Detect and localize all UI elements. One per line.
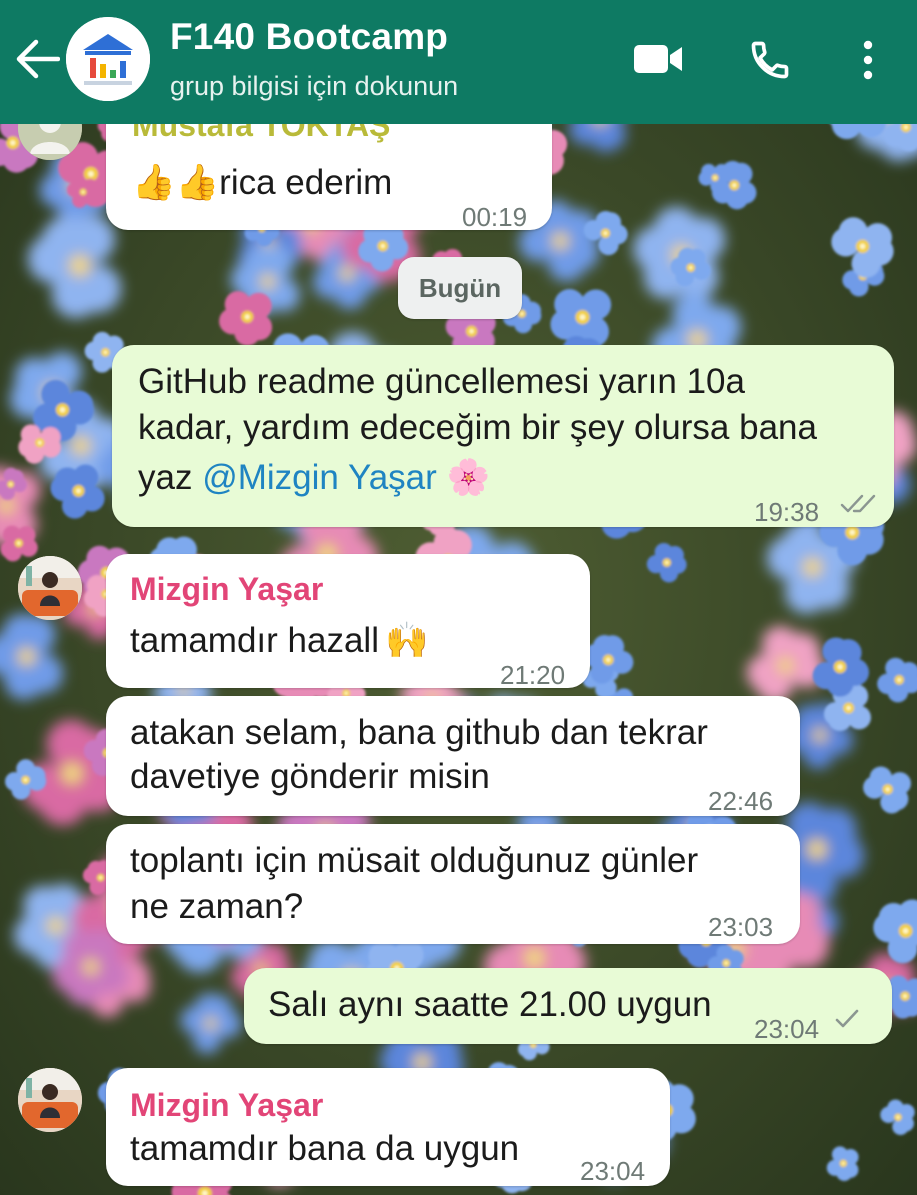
- message-text: yaz: [138, 458, 203, 497]
- message-text-line: kadar, yardım edeceğim bir şey olursa ba…: [138, 408, 817, 447]
- message-time: 00:19: [462, 202, 528, 232]
- message-time: 23:03: [708, 912, 774, 942]
- message-text-line: atakan selam, bana github dan tekrar: [130, 713, 708, 752]
- raised-hands-emoji: 🙌: [384, 621, 429, 660]
- message-time: 23:04: [754, 1014, 820, 1044]
- message-bubble-incoming[interactable]: Mizgin Yaşar tamamdır bana da uygun 23:0…: [106, 1068, 670, 1186]
- message-text-row: 👍👍rica ederim: [132, 160, 392, 206]
- bootcamp-logo-icon: [66, 17, 150, 101]
- wallpaper-flower: [0, 613, 64, 700]
- message-time: 23:04: [580, 1156, 646, 1186]
- message-text-row: tamamdır hazall 🙌: [130, 618, 429, 664]
- message-text: tamamdır bana da uygun: [130, 1129, 520, 1168]
- message-bubble-incoming[interactable]: atakan selam, bana github dan tekrar dav…: [106, 696, 800, 816]
- message-text-line: GitHub readme güncellemesi yarın 10a: [138, 362, 745, 401]
- double-check-icon: [840, 494, 876, 513]
- date-separator: Bugün: [398, 257, 522, 319]
- message-bubble-incoming[interactable]: Mizgin Yaşar tamamdır hazall 🙌 21:20: [106, 554, 590, 690]
- group-title[interactable]: F140 Bootcamp: [170, 16, 448, 58]
- message-text-line: davetiye gönderir misin: [130, 757, 490, 796]
- date-separator-label: Bugün: [418, 273, 502, 303]
- message-text: rica ederim: [219, 163, 393, 202]
- single-check-icon: [835, 1009, 859, 1028]
- group-avatar[interactable]: [66, 17, 150, 101]
- sender-name[interactable]: Mizgin Yaşar: [130, 1082, 323, 1128]
- chat-header: F140 Bootcamp grup bilgisi için dokunun: [0, 0, 917, 124]
- message-bubble-incoming[interactable]: toplantı için müsait olduğunuz günler ne…: [106, 824, 800, 944]
- thumbs-up-emoji: 👍👍: [132, 163, 220, 202]
- sender-name[interactable]: Mizgin Yaşar: [130, 566, 323, 612]
- message-text: Salı aynı saatte 21.00 uygun: [268, 985, 712, 1024]
- flower-emoji: 🌸: [446, 458, 491, 497]
- voice-call-icon[interactable]: [748, 38, 792, 82]
- message-text-line: toplantı için müsait olduğunuz günler: [130, 841, 699, 880]
- sender-avatar[interactable]: [18, 1068, 82, 1132]
- more-menu-icon[interactable]: [856, 36, 880, 84]
- user-mention[interactable]: @Mizgin Yaşar: [202, 458, 437, 497]
- message-bubble-outgoing[interactable]: GitHub readme güncellemesi yarın 10a kad…: [112, 345, 894, 527]
- wallpaper-flower: [0, 525, 38, 562]
- back-arrow-icon[interactable]: [14, 38, 60, 80]
- message-text-row: yaz @Mizgin Yaşar 🌸: [138, 455, 490, 501]
- sender-avatar[interactable]: [18, 556, 82, 620]
- message-text-line: ne zaman?: [130, 887, 304, 926]
- group-info-hint[interactable]: grup bilgisi için dokunun: [170, 71, 458, 102]
- video-call-icon[interactable]: [632, 40, 684, 78]
- message-time: 21:20: [500, 660, 566, 690]
- message-time: 22:46: [708, 786, 774, 816]
- message-bubble-outgoing[interactable]: Salı aynı saatte 21.00 uygun 23:04: [244, 968, 892, 1044]
- message-time: 19:38: [754, 497, 820, 527]
- message-text: tamamdır hazall: [130, 621, 379, 660]
